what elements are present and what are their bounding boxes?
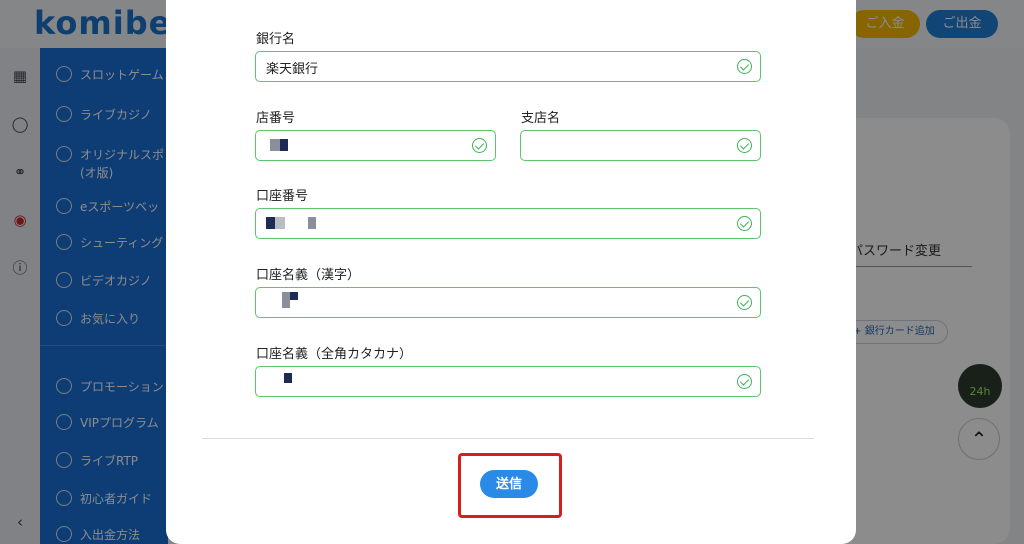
check-icon bbox=[737, 374, 752, 389]
check-icon bbox=[737, 216, 752, 231]
redacted-value bbox=[280, 139, 288, 151]
bank-name-value: 楽天銀行 bbox=[266, 62, 319, 77]
bank-name-field[interactable]: 楽天銀行 bbox=[255, 51, 761, 82]
account-number-label: 口座番号 bbox=[256, 189, 309, 204]
branch-number-label: 店番号 bbox=[256, 111, 296, 126]
branch-name-label: 支店名 bbox=[521, 111, 561, 126]
redacted-value bbox=[308, 217, 316, 229]
check-icon bbox=[737, 59, 752, 74]
bank-account-modal: 銀行名 楽天銀行 店番号 支店名 口座番号 口座名義（漢字） 口座名義（全角カタ… bbox=[166, 0, 856, 544]
holder-kanji-field[interactable] bbox=[255, 287, 761, 318]
redacted-value bbox=[284, 373, 292, 383]
modal-divider bbox=[202, 438, 814, 439]
redacted-value bbox=[290, 292, 298, 300]
bank-name-label: 銀行名 bbox=[256, 32, 296, 47]
redacted-value bbox=[266, 217, 275, 229]
holder-kanji-label: 口座名義（漢字） bbox=[256, 268, 361, 283]
holder-kana-label: 口座名義（全角カタカナ） bbox=[256, 347, 413, 362]
submit-button[interactable]: 送信 bbox=[480, 470, 538, 498]
account-number-field[interactable] bbox=[255, 208, 761, 239]
branch-number-field[interactable] bbox=[255, 130, 496, 161]
check-icon bbox=[737, 295, 752, 310]
redacted-value bbox=[275, 217, 285, 229]
redacted-value bbox=[270, 139, 280, 151]
check-icon bbox=[472, 138, 487, 153]
redacted-value bbox=[282, 292, 290, 308]
branch-name-field[interactable] bbox=[520, 130, 761, 161]
check-icon bbox=[737, 138, 752, 153]
holder-kana-field[interactable] bbox=[255, 366, 761, 397]
